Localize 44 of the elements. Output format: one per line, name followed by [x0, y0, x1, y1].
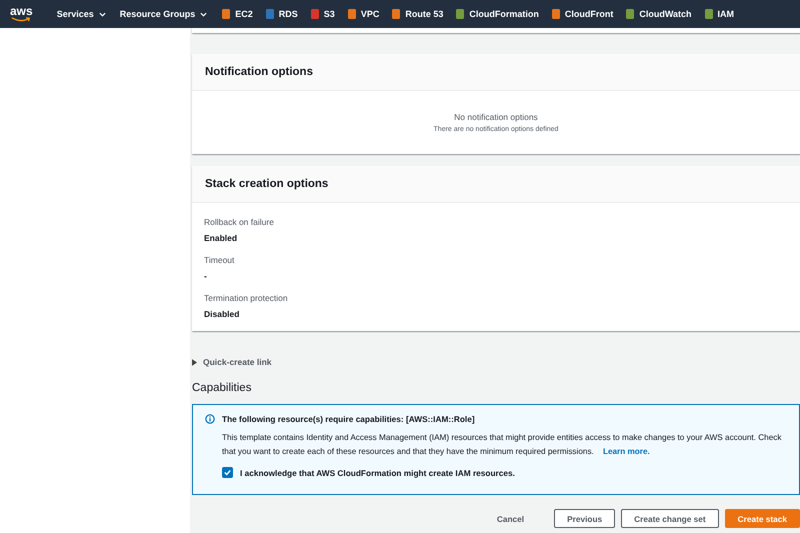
- service-shortcut[interactable]: CloudWatch: [625, 8, 692, 20]
- field-label: Rollback on failure: [204, 217, 275, 227]
- service-label: CloudFront: [564, 9, 614, 19]
- service-shortcut[interactable]: EC2: [221, 8, 253, 20]
- service-shortcut[interactable]: CloudFront: [550, 8, 614, 20]
- nav-menu[interactable]: Services: [56, 9, 106, 19]
- service-label: CloudWatch: [639, 9, 692, 19]
- alert-title: The following resource(s) require capabilities: [AWS::IAM::Role]: [222, 414, 475, 424]
- card-title: Stack creation options: [205, 178, 328, 190]
- nav-menu[interactable]: Resource Groups: [120, 9, 208, 19]
- service-shortcut[interactable]: VPC: [346, 8, 380, 20]
- field-label: Timeout: [204, 255, 236, 265]
- empty-title: No notification options: [454, 112, 538, 122]
- section-heading: Capabilities: [192, 382, 252, 394]
- service-label: IAM: [718, 9, 734, 19]
- service-shortcut[interactable]: S3: [310, 8, 335, 20]
- service-label: S3: [324, 9, 335, 19]
- service-shortcut[interactable]: RDS: [264, 8, 298, 20]
- service-label: Route 53: [405, 9, 444, 19]
- secondary-button[interactable]: Previous: [554, 509, 616, 528]
- checkbox[interactable]: [222, 467, 233, 478]
- service-label: EC2: [235, 9, 253, 19]
- service-label: RDS: [278, 9, 298, 19]
- alert-text: This template contains Identity and Access Management (IAM) resources that might provide entities access to make changes to your AWS account. Check that you want to create each of these resources and that they have the minimum required permissions. Learn more.: [222, 432, 782, 458]
- secondary-button[interactable]: Create change set: [621, 509, 719, 528]
- field-value: Enabled: [204, 233, 238, 243]
- cancel-link[interactable]: Cancel: [484, 509, 536, 528]
- service-shortcut[interactable]: Route 53: [391, 8, 444, 20]
- card-title: Notification options: [205, 66, 313, 78]
- field-value: Disabled: [204, 309, 240, 319]
- service-label: CloudFormation: [469, 9, 539, 19]
- chevron-icon: [200, 12, 208, 16]
- logo[interactable]: aws: [10, 6, 33, 22]
- field-label: Termination protection: [204, 293, 289, 303]
- service-shortcut[interactable]: CloudFormation: [455, 8, 539, 20]
- checkbox-label: I acknowledge that AWS CloudFormation might create IAM resources.: [240, 468, 515, 478]
- field-value: -: [204, 271, 208, 281]
- info-icon: [205, 414, 215, 424]
- quick-create-toggle[interactable]: Quick-create link: [192, 357, 272, 367]
- learn-more-link[interactable]: Learn more.: [602, 447, 650, 456]
- service-shortcut[interactable]: IAM: [704, 8, 734, 20]
- service-label: VPC: [360, 9, 380, 19]
- caret-icon: [192, 358, 197, 366]
- chevron-icon: [98, 12, 106, 16]
